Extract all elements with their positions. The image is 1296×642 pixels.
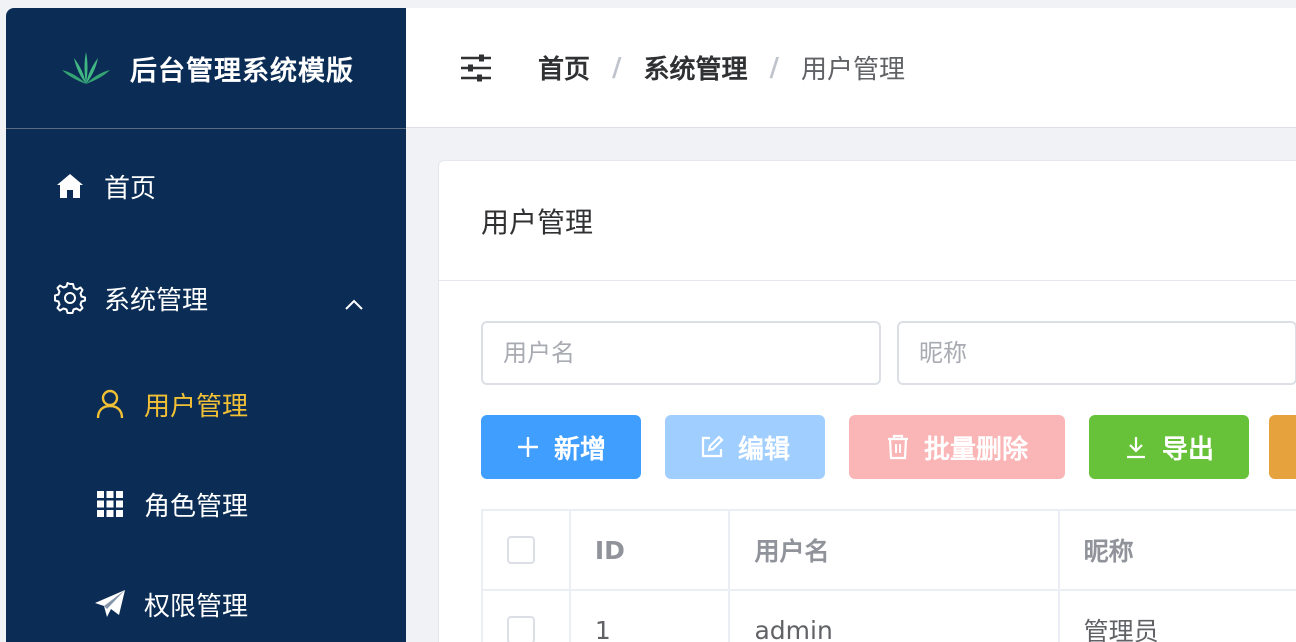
- sidebar-item-system[interactable]: 系统管理: [6, 268, 406, 328]
- nickname-search-input[interactable]: [897, 321, 1296, 385]
- user-management-card: 用户管理 新增 编辑: [438, 160, 1296, 642]
- card-title: 用户管理: [481, 205, 594, 239]
- gear-icon: [54, 282, 86, 314]
- breadcrumb-home[interactable]: 首页: [538, 49, 590, 86]
- breadcrumb-system[interactable]: 系统管理: [644, 49, 748, 86]
- app-root: 后台管理系统模版 首页 系统管理 用户管理 角色管理 权限管理 首页 / 系统管…: [0, 0, 1296, 642]
- sidebar-item-home[interactable]: 首页: [6, 156, 406, 216]
- brand-title: 后台管理系统模版: [130, 55, 354, 87]
- sidebar-item-label: 用户管理: [144, 391, 249, 422]
- breadcrumb-current: 用户管理: [801, 55, 906, 85]
- username-search-input[interactable]: [481, 321, 881, 385]
- cell-nickname: 管理员: [1060, 591, 1296, 642]
- breadcrumb: 首页 / 系统管理 / 用户管理: [538, 49, 905, 86]
- edit-button-label: 编辑: [737, 434, 790, 465]
- sidebar-item-label: 首页: [104, 173, 157, 204]
- agave-logo-icon: [60, 50, 112, 86]
- edit-button[interactable]: 编辑: [665, 415, 825, 479]
- column-header-id[interactable]: ID: [570, 511, 731, 591]
- add-button[interactable]: 新增: [481, 415, 641, 479]
- sidebar-item-label: 系统管理: [104, 285, 209, 316]
- chevron-up-icon[interactable]: [344, 290, 364, 320]
- grid-icon: [94, 488, 126, 520]
- sidebar-item-label: 权限管理: [144, 591, 249, 622]
- extra-action-button[interactable]: [1269, 415, 1296, 479]
- user-table: ID 用户名 昵称 1 admin 管理员: [481, 509, 1296, 642]
- breadcrumb-separator: /: [769, 52, 780, 83]
- batch-delete-button[interactable]: 批量删除: [849, 415, 1065, 479]
- sidebar: 后台管理系统模版 首页 系统管理 用户管理 角色管理 权限管理: [6, 8, 406, 642]
- row-checkbox[interactable]: [507, 616, 535, 642]
- brand: 后台管理系统模版: [6, 8, 406, 129]
- table-header-row: ID 用户名 昵称: [483, 511, 1296, 591]
- sidebar-item-users[interactable]: 用户管理: [6, 374, 406, 434]
- user-icon: [94, 388, 126, 420]
- cell-id: 1: [571, 591, 731, 642]
- cell-username: admin: [730, 591, 1060, 642]
- sliders-toggle-icon[interactable]: [458, 50, 494, 86]
- sidebar-item-label: 角色管理: [144, 491, 249, 522]
- edit-icon: [700, 435, 724, 459]
- card-header: 用户管理: [439, 161, 1296, 281]
- breadcrumb-separator: /: [612, 52, 622, 83]
- add-button-label: 新增: [553, 434, 606, 465]
- top-header: 首页 / 系统管理 / 用户管理: [406, 8, 1296, 128]
- batch-delete-button-label: 批量删除: [923, 434, 1028, 465]
- home-icon: [54, 170, 86, 202]
- select-all-cell: [483, 511, 571, 591]
- plus-icon: [516, 435, 540, 459]
- paper-plane-icon: [94, 588, 126, 620]
- export-button[interactable]: 导出: [1089, 415, 1249, 479]
- trash-icon: [886, 434, 910, 460]
- column-header-nickname[interactable]: 昵称: [1059, 511, 1296, 591]
- select-all-checkbox[interactable]: [507, 536, 535, 564]
- row-select-cell: [483, 591, 571, 642]
- table-row[interactable]: 1 admin 管理员: [483, 591, 1296, 642]
- sidebar-item-permissions[interactable]: 权限管理: [6, 574, 406, 634]
- column-header-username[interactable]: 用户名: [730, 511, 1060, 591]
- sidebar-item-roles[interactable]: 角色管理: [6, 474, 406, 534]
- export-button-label: 导出: [1161, 434, 1214, 465]
- download-icon: [1124, 435, 1148, 459]
